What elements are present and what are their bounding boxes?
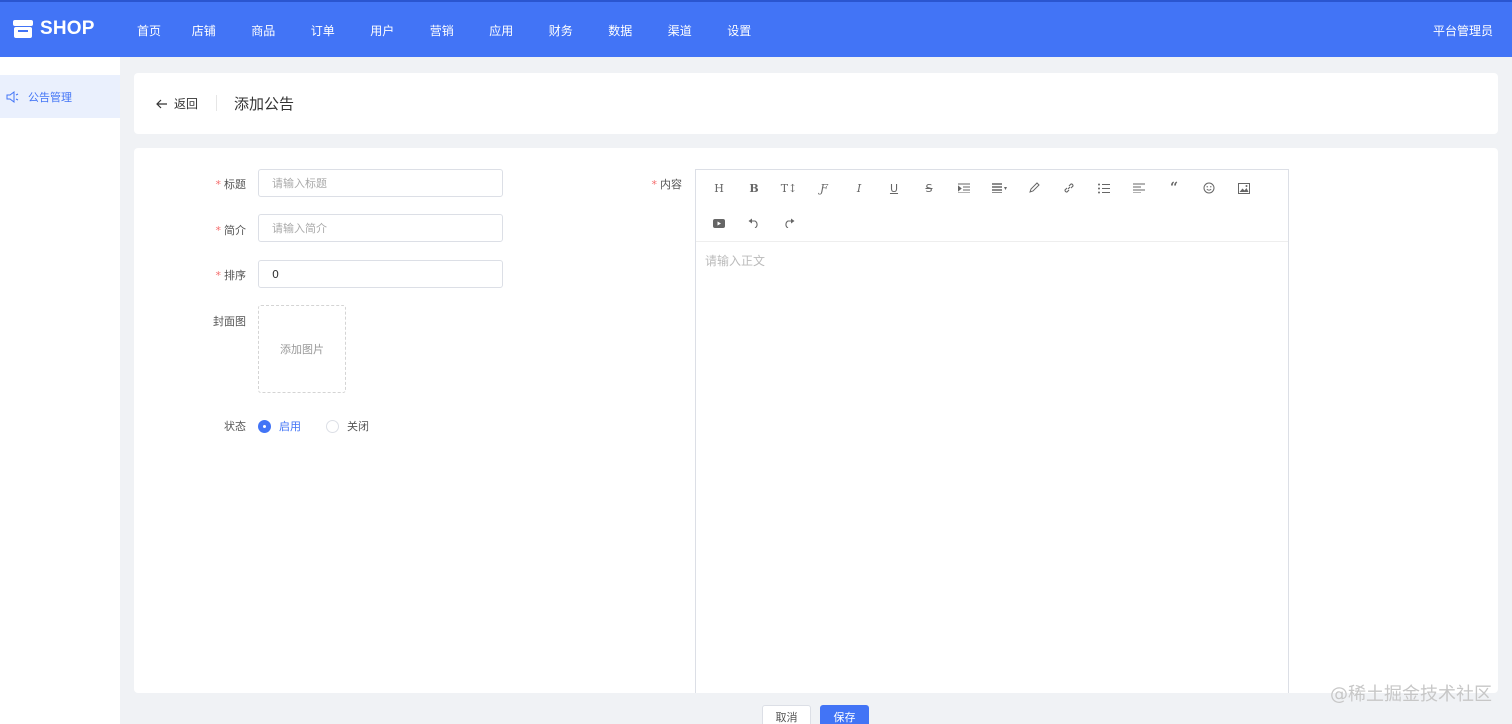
nav-users[interactable]: 用户 (353, 22, 413, 39)
font-size-icon[interactable]: T↕ (779, 178, 799, 198)
form-card: *标题 *简介 *排序 封面图 添加图片 状态 启用 关闭 *内容 H B T↕… (134, 148, 1498, 693)
sidebar-item-announcements[interactable]: 公告管理 (0, 75, 120, 118)
nav-products[interactable]: 商品 (234, 22, 294, 39)
back-label: 返回 (174, 97, 199, 111)
nav-orders[interactable]: 订单 (293, 22, 353, 39)
admin-user[interactable]: 平台管理员 (1433, 22, 1493, 39)
radio-label: 启用 (279, 420, 301, 433)
cover-upload[interactable]: 添加图片 (258, 305, 346, 393)
sort-label: * 排序 (176, 267, 247, 283)
content-label-text: 内容 (660, 178, 682, 191)
strikethrough-icon[interactable]: S (919, 178, 939, 198)
status-radio-enabled[interactable]: 启用 (258, 418, 301, 434)
required-mark: * (215, 178, 222, 191)
editor-toolbar: H B T↕ Ƒ I U S “ (696, 170, 1288, 242)
image-icon[interactable] (1234, 178, 1254, 198)
back-button[interactable]: 返回 (156, 95, 198, 112)
underline-icon[interactable]: U (884, 178, 904, 198)
rich-text-editor: H B T↕ Ƒ I U S “ 请输入正文 (695, 169, 1289, 693)
cancel-button[interactable]: 取消 (762, 705, 811, 724)
speaker-icon (6, 90, 19, 103)
status-radio-disabled[interactable]: 关闭 (326, 418, 369, 434)
store-icon (13, 20, 33, 38)
required-mark: * (651, 178, 658, 191)
title-input[interactable] (258, 169, 503, 197)
radio-label: 关闭 (347, 420, 369, 433)
arrow-left-icon (156, 99, 167, 108)
nav-channels[interactable]: 渠道 (650, 22, 710, 39)
logo[interactable]: SHOP (12, 18, 95, 40)
summary-label: * 简介 (176, 222, 247, 238)
upload-label: 添加图片 (280, 343, 324, 356)
video-icon[interactable] (709, 213, 729, 233)
sort-label-text: 排序 (224, 269, 246, 282)
save-button[interactable]: 保存 (820, 705, 869, 724)
summary-label-text: 简介 (224, 224, 246, 237)
page-header: 返回 添加公告 (134, 73, 1498, 134)
radio-dot (326, 419, 339, 433)
nav-data[interactable]: 数据 (591, 22, 651, 39)
redo-icon[interactable] (779, 213, 799, 233)
main-nav: 首页 店铺 商品 订单 用户 营销 应用 财务 数据 渠道 设置 (124, 2, 769, 59)
heading-icon[interactable]: H (709, 178, 729, 198)
nav-store[interactable]: 店铺 (174, 22, 234, 39)
italic-icon[interactable]: I (849, 178, 869, 198)
sidebar: 公告管理 (0, 57, 120, 724)
required-mark: * (215, 269, 222, 282)
emoji-icon[interactable] (1199, 178, 1219, 198)
title-label-text: 标题 (224, 178, 246, 191)
align-left-icon[interactable] (1129, 178, 1149, 198)
sort-input[interactable] (258, 260, 503, 288)
indent-icon[interactable] (954, 178, 974, 198)
radio-dot (258, 419, 271, 433)
top-navbar: SHOP 首页 店铺 商品 订单 用户 营销 应用 财务 数据 渠道 设置 平台… (0, 0, 1512, 57)
watermark: @稀土掘金技术社区 (1330, 684, 1492, 705)
divider (216, 95, 217, 111)
nav-finance[interactable]: 财务 (531, 22, 591, 39)
undo-icon[interactable] (744, 213, 764, 233)
brand-name: SHOP (40, 18, 95, 39)
cover-label: 封面图 (213, 315, 246, 328)
content-label: * 内容 (612, 176, 683, 192)
pen-icon[interactable] (1024, 178, 1044, 198)
status-label: 状态 (224, 420, 246, 433)
nav-apps[interactable]: 应用 (472, 22, 532, 39)
font-family-icon[interactable]: Ƒ (814, 178, 834, 198)
line-height-icon[interactable] (989, 178, 1009, 198)
title-label: * 标题 (176, 176, 247, 192)
nav-marketing[interactable]: 营销 (412, 22, 472, 39)
page-title: 添加公告 (234, 95, 295, 113)
link-icon[interactable] (1059, 178, 1079, 198)
nav-settings[interactable]: 设置 (710, 22, 770, 39)
sidebar-item-label: 公告管理 (28, 90, 72, 104)
quote-icon[interactable]: “ (1164, 178, 1184, 198)
required-mark: * (215, 224, 222, 237)
editor-content-area[interactable]: 请输入正文 (705, 252, 765, 269)
bold-icon[interactable]: B (744, 178, 764, 198)
summary-input[interactable] (258, 214, 503, 242)
nav-home[interactable]: 首页 (124, 22, 174, 39)
list-icon[interactable] (1094, 178, 1114, 198)
